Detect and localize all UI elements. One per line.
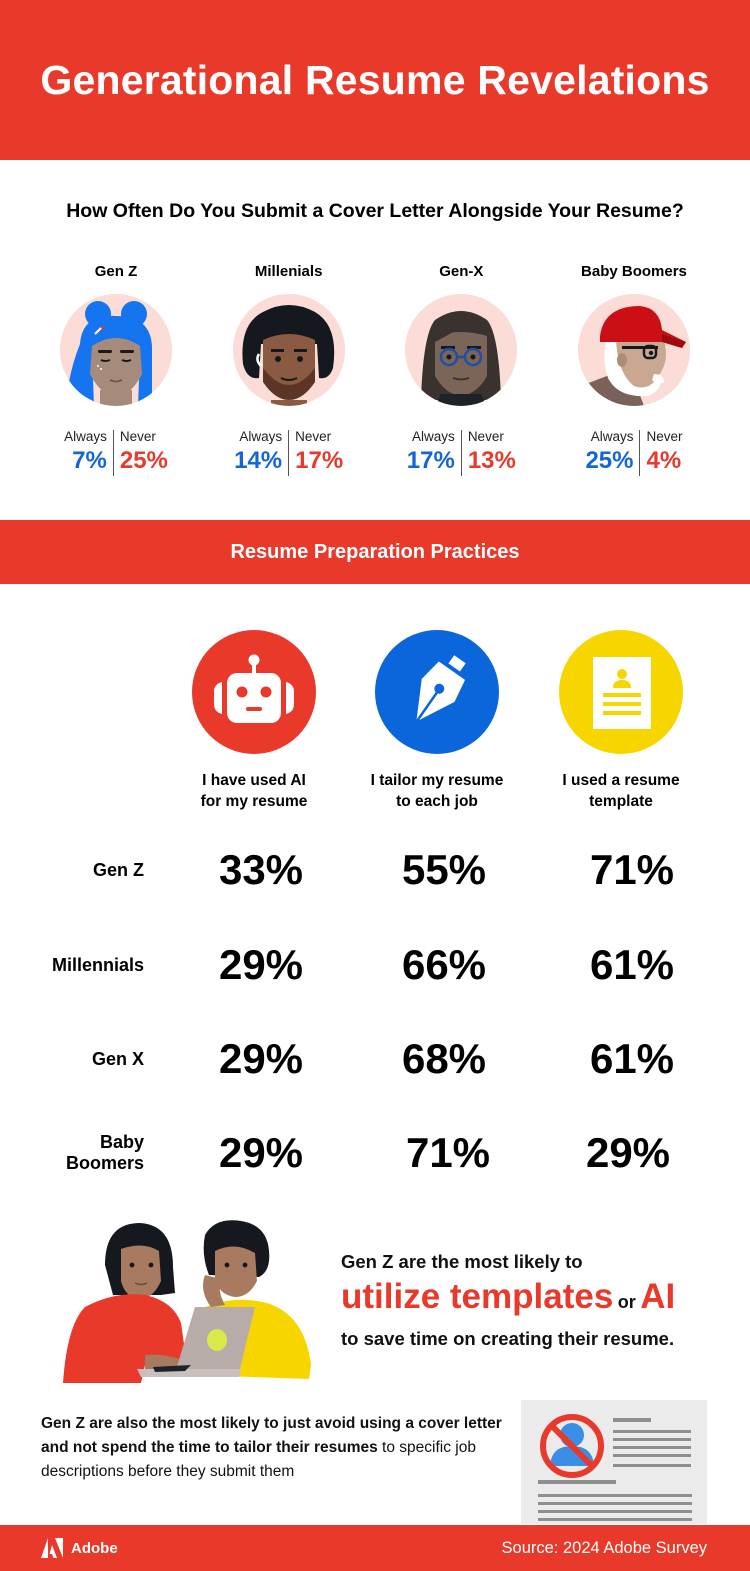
never-value: 25% (119, 447, 168, 474)
no-cover-letter-icon (521, 1400, 707, 1524)
always-value: 7% (72, 447, 107, 474)
practice-label: I have used AI for my resume (164, 770, 344, 812)
generation-name: Gen-X (439, 263, 484, 280)
cell-value: 71% (405, 1129, 491, 1176)
callout-connector: or (617, 1292, 636, 1312)
callout-highlight-ai: AI (640, 1277, 676, 1316)
row-label-line: Gen X (91, 1049, 144, 1069)
row-label: Gen X (92, 1049, 144, 1070)
practice-column-ai: I have used AI for my resume (164, 630, 344, 812)
cell-value: 33% (218, 846, 304, 893)
practice-label-line: template (589, 793, 653, 810)
callout-line-1: Gen Z are the most likely to (341, 1251, 583, 1272)
cell-value: 29% (218, 941, 304, 988)
never-label: Never (467, 429, 504, 444)
gen-z-avatar-icon (60, 294, 172, 406)
cover-letter-stats: Always 7% Never 25% (64, 428, 168, 476)
callout-highlight-templates: utilize templates (341, 1277, 614, 1316)
cell-value: 66% (401, 941, 487, 988)
gen-x-avatar-icon (405, 294, 518, 406)
cover-letter-generations: Gen Z Always 7% Never 25% Millenials Alw… (30, 258, 720, 476)
table-row: Gen X 29% 68% 61% (0, 1019, 750, 1099)
row-label: Millennials (52, 955, 144, 976)
generation-name: Baby Boomers (581, 263, 687, 280)
source-text: Source: 2024 Adobe Survey (501, 1538, 707, 1557)
cell-value: 61% (589, 941, 675, 988)
page-title: Generational Resume Revelations (40, 56, 710, 103)
always-value: 17% (406, 447, 455, 474)
practice-label: I used a resume template (531, 770, 711, 812)
always-value: 25% (585, 447, 634, 474)
cell-value: 61% (589, 1035, 675, 1082)
section-banner: Resume Preparation Practices (0, 520, 750, 584)
table-row: Millennials 29% 66% 61% (0, 925, 750, 1005)
practice-label: I tailor my resume to each job (347, 770, 527, 812)
generation-card: Baby Boomers Always 25% Never 4% (548, 258, 720, 476)
practice-label-line: I used a resume (562, 772, 680, 789)
people-laptop-illustration-icon (45, 1215, 335, 1385)
header-banner: Generational Resume Revelations (0, 0, 750, 160)
resume-template-icon (559, 630, 683, 754)
always-label: Always (590, 429, 634, 444)
row-label-line: Boomers (65, 1153, 144, 1173)
practice-column-tailor: I tailor my resume to each job (347, 630, 527, 812)
practice-label-line: for my resume (200, 793, 308, 810)
callout-text: Gen Z are the most likely to utilize tem… (341, 1249, 741, 1352)
cell-value: 29% (585, 1129, 671, 1176)
footer: Adobe Source: 2024 Adobe Survey (0, 1525, 750, 1571)
generation-name: Gen Z (94, 263, 138, 280)
row-label: Gen Z (93, 860, 144, 881)
practice-label-line: I tailor my resume (370, 772, 504, 789)
generation-name: Millenials (254, 263, 323, 280)
table-row: Baby Boomers 29% 71% 29% (0, 1113, 750, 1193)
robot-icon (192, 630, 316, 754)
practice-label-line: to each job (396, 793, 478, 810)
always-label: Always (64, 429, 107, 444)
never-value: 13% (467, 447, 516, 474)
cell-value: 29% (218, 1035, 304, 1082)
bottom-note: Gen Z are also the most likely to just a… (41, 1412, 511, 1484)
never-label: Never (646, 429, 683, 444)
callout-line-3: to save time on creating their resume. (341, 1328, 675, 1349)
never-value: 4% (646, 447, 682, 474)
brand-name: Adobe (71, 1539, 118, 1557)
pen-nib-icon (375, 630, 499, 754)
cell-value: 71% (589, 846, 675, 893)
callout-highlight: utilize templates or AI (341, 1275, 741, 1326)
generation-card: Gen Z Always 7% Never 25% (30, 258, 202, 476)
cover-letter-stats: Always 17% Never 13% (407, 428, 516, 476)
row-label-line: Baby (99, 1132, 144, 1152)
cell-value: 55% (401, 846, 487, 893)
cover-letter-stats: Always 25% Never 4% (585, 428, 683, 476)
practice-label-line: I have used AI (202, 772, 306, 789)
never-label: Never (295, 429, 332, 444)
generation-card: Millenials Always 14% Never 17% (203, 258, 375, 476)
cover-letter-stats: Always 14% Never 17% (234, 428, 343, 476)
always-label: Always (412, 429, 455, 444)
always-value: 14% (234, 447, 283, 474)
adobe-brand: Adobe (41, 1537, 118, 1559)
section-title: Resume Preparation Practices (230, 540, 520, 563)
millennial-avatar-icon (232, 294, 345, 406)
generation-card: Gen-X Always 17% Never 13% (375, 258, 547, 476)
row-label-line: Gen Z (92, 860, 144, 880)
always-label: Always (239, 429, 283, 444)
boomer-avatar-icon (577, 294, 690, 406)
row-label: Baby Boomers (66, 1132, 144, 1174)
practice-column-template: I used a resume template (531, 630, 711, 812)
callout-section: Gen Z are the most likely to utilize tem… (0, 1215, 750, 1385)
row-label-line: Millennials (51, 955, 144, 975)
cell-value: 68% (401, 1035, 487, 1082)
adobe-logo-icon (41, 1538, 63, 1558)
cover-letter-question: How Often Do You Submit a Cover Letter A… (66, 200, 684, 222)
cell-value: 29% (218, 1129, 304, 1176)
never-value: 17% (295, 447, 344, 474)
never-label: Never (119, 429, 156, 444)
table-row: Gen Z 33% 55% 71% (0, 830, 750, 910)
